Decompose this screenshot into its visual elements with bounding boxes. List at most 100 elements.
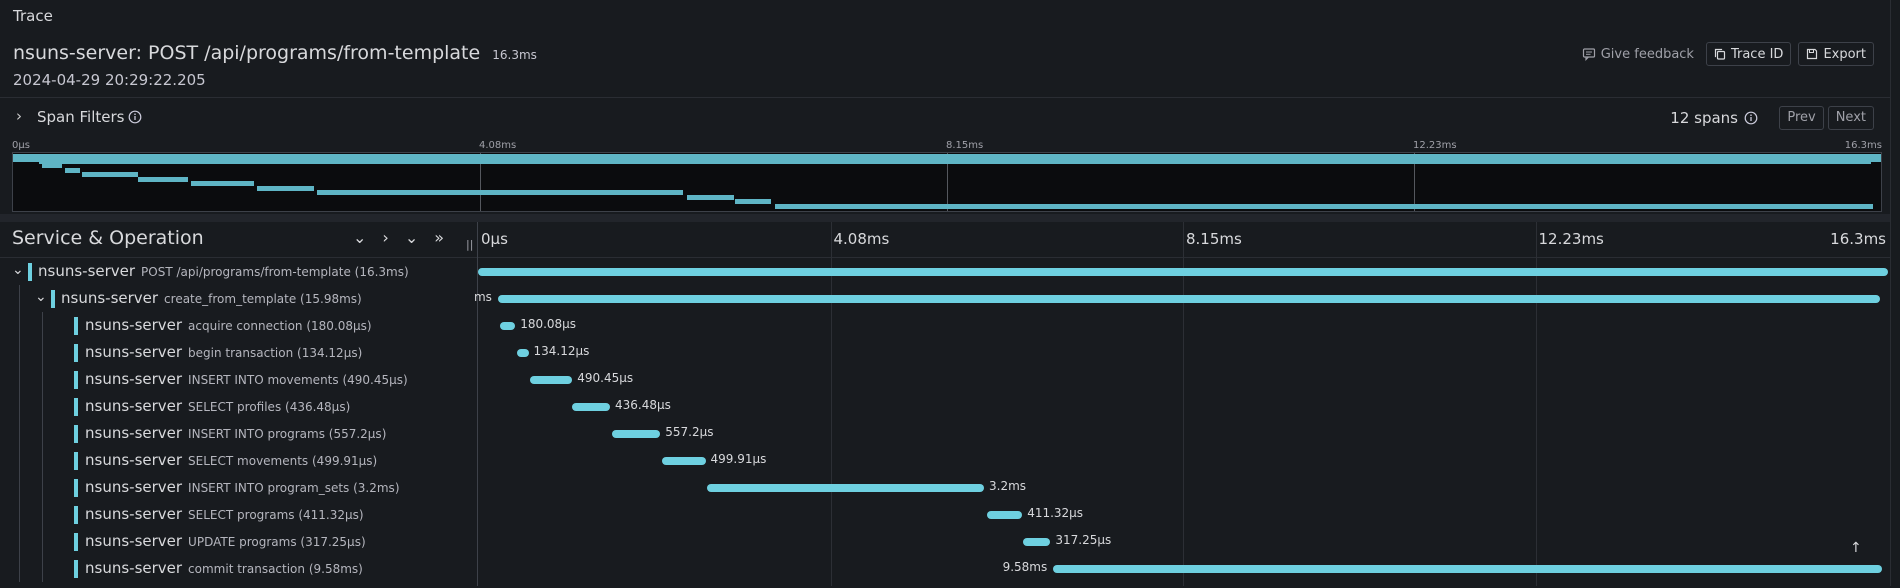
give-feedback-label: Give feedback [1600, 46, 1694, 62]
chevron-down-icon[interactable]: ⌄ [12, 262, 24, 278]
save-icon [1807, 48, 1818, 60]
tree-indent-guide [19, 312, 20, 339]
tree-indent-guide [42, 555, 43, 582]
span-row[interactable]: nsuns-server acquire connection (180.08μs… [0, 312, 1890, 339]
span-name[interactable]: nsuns-server SELECT profiles (436.48μs) [85, 397, 350, 415]
comment-icon [1582, 48, 1595, 61]
minimap-canvas[interactable] [12, 152, 1882, 212]
span-bar[interactable] [612, 430, 661, 438]
tree-indent-guide [42, 420, 43, 447]
span-bar[interactable] [1053, 565, 1882, 573]
span-service: nsuns-server [85, 505, 183, 523]
span-name[interactable]: nsuns-server INSERT INTO movements (490.4… [85, 370, 408, 388]
chevron-down-icon[interactable]: ⌄ [35, 289, 47, 305]
span-bar[interactable] [497, 295, 1881, 303]
span-duration-label: 499.91μs [710, 452, 767, 466]
span-name[interactable]: nsuns-server SELECT programs (411.32μs) [85, 505, 364, 523]
span-bar[interactable] [572, 403, 610, 411]
span-bar[interactable] [662, 457, 706, 465]
span-filters-bar: › Span Filters 12 spans Prev Next [0, 98, 1890, 138]
span-row[interactable]: nsuns-server SELECT movements (499.91μs) 4… [0, 447, 1890, 474]
span-service: nsuns-server [85, 370, 183, 388]
span-name[interactable]: nsuns-server SELECT movements (499.91μs) [85, 451, 377, 469]
service-color-marker [74, 398, 78, 416]
trace-panel: Trace nsuns-server: POST /api/programs/f… [0, 0, 1891, 586]
span-name[interactable]: nsuns-server create_from_template (15.98m… [61, 289, 362, 307]
span-pager: Prev Next [1779, 106, 1874, 130]
tree-indent-guide [19, 393, 20, 420]
span-bar[interactable] [516, 349, 529, 357]
span-bar[interactable] [986, 511, 1023, 519]
span-service: nsuns-server [85, 397, 183, 415]
span-operation: begin transaction (134.12μs) [188, 346, 363, 360]
span-row[interactable]: nsuns-server INSERT INTO movements (490.4… [0, 366, 1890, 393]
export-label: Export [1823, 46, 1866, 62]
info-icon[interactable] [1744, 111, 1758, 125]
span-bar[interactable] [529, 376, 573, 384]
tree-indent-guide [19, 285, 20, 312]
span-operation: acquire connection (180.08μs) [188, 319, 372, 333]
span-service: nsuns-server [85, 343, 183, 361]
service-color-marker [74, 425, 78, 443]
span-bar[interactable] [499, 322, 516, 330]
trace-id-button[interactable]: Trace ID [1705, 42, 1792, 66]
copy-icon [1714, 48, 1726, 60]
span-name[interactable]: nsuns-server commit transaction (9.58ms) [85, 559, 363, 577]
tree-indent-guide [19, 420, 20, 447]
service-color-marker [74, 533, 78, 551]
timeline-tick-label: 0μs [481, 230, 508, 248]
export-button[interactable]: Export [1798, 42, 1874, 66]
next-button[interactable]: Next [1827, 106, 1874, 130]
span-service: nsuns-server [85, 451, 183, 469]
tree-indent-guide [19, 474, 20, 501]
span-duration-label: 317.25μs [1055, 533, 1112, 547]
service-color-marker [74, 371, 78, 389]
span-name[interactable]: nsuns-server begin transaction (134.12μs) [85, 343, 362, 361]
span-name[interactable]: nsuns-server UPDATE programs (317.25μs) [85, 532, 366, 550]
span-row[interactable]: nsuns-server begin transaction (134.12μs)… [0, 339, 1890, 366]
tree-indent-guide [19, 555, 20, 582]
chevron-right-icon[interactable]: › [16, 107, 22, 125]
span-row[interactable]: ⌄ nsuns-server create_from_template (15.98… [0, 285, 1890, 312]
span-name[interactable]: nsuns-server acquire connection (180.08μs… [85, 316, 372, 334]
spans-count-label: 12 spans [1670, 109, 1738, 127]
service-color-marker [74, 317, 78, 335]
span-row[interactable]: nsuns-server INSERT INTO programs (557.2μ… [0, 420, 1890, 447]
span-filters-toggle[interactable]: Span Filters [37, 108, 124, 126]
prev-button[interactable]: Prev [1779, 106, 1824, 130]
span-operation: SELECT profiles (436.48μs) [188, 400, 351, 414]
span-bar[interactable] [707, 484, 985, 492]
span-row[interactable]: ⌄ nsuns-server POST /api/programs/from-tem… [0, 258, 1890, 285]
minimap-tick-label: 4.08ms [479, 140, 517, 151]
minimap-span-bar [734, 199, 772, 205]
span-row[interactable]: nsuns-server SELECT profiles (436.48μs) 43… [0, 393, 1890, 420]
span-row[interactable]: nsuns-server UPDATE programs (317.25μs) 31… [0, 528, 1890, 555]
service-color-marker [51, 290, 55, 308]
span-service: nsuns-server [85, 316, 183, 334]
tree-indent-guide [19, 366, 20, 393]
span-row[interactable]: nsuns-server commit transaction (9.58ms) 9… [0, 555, 1890, 582]
collapse-one-icon[interactable]: ⌄ [353, 228, 366, 247]
give-feedback-link[interactable]: Give feedback [1582, 47, 1694, 62]
info-icon[interactable] [128, 109, 142, 128]
timeline-tick-label: 12.23ms [1538, 230, 1604, 248]
column-resizer-icon[interactable]: || [466, 238, 473, 251]
trace-minimap[interactable]: 0μs 4.08ms 8.15ms 12.23ms 16.3ms [12, 140, 1882, 213]
collapse-all-icon[interactable]: ⌄ [405, 228, 418, 247]
scroll-top-icon[interactable]: ↑ [1850, 540, 1862, 556]
minimap-span-bar [137, 176, 188, 182]
span-name[interactable]: nsuns-server INSERT INTO program_sets (3.… [85, 478, 400, 496]
span-operation: INSERT INTO program_sets (3.2ms) [188, 481, 400, 495]
span-duration-label: 490.45μs [577, 371, 634, 385]
span-row[interactable]: nsuns-server SELECT programs (411.32μs) 41… [0, 501, 1890, 528]
span-duration-label: 411.32μs [1027, 506, 1084, 520]
span-row[interactable]: nsuns-server INSERT INTO program_sets (3.… [0, 474, 1890, 501]
span-bar[interactable] [1022, 538, 1051, 546]
span-name[interactable]: nsuns-server INSERT INTO programs (557.2μ… [85, 424, 386, 442]
span-bar[interactable] [478, 268, 1888, 276]
expand-all-icon[interactable]: » [434, 228, 444, 247]
minimap-tick-label: 12.23ms [1413, 140, 1457, 151]
span-duration-label: 180.08μs [520, 317, 577, 331]
span-name[interactable]: nsuns-server POST /api/programs/from-temp… [38, 262, 409, 280]
expand-one-icon[interactable]: › [382, 228, 388, 247]
